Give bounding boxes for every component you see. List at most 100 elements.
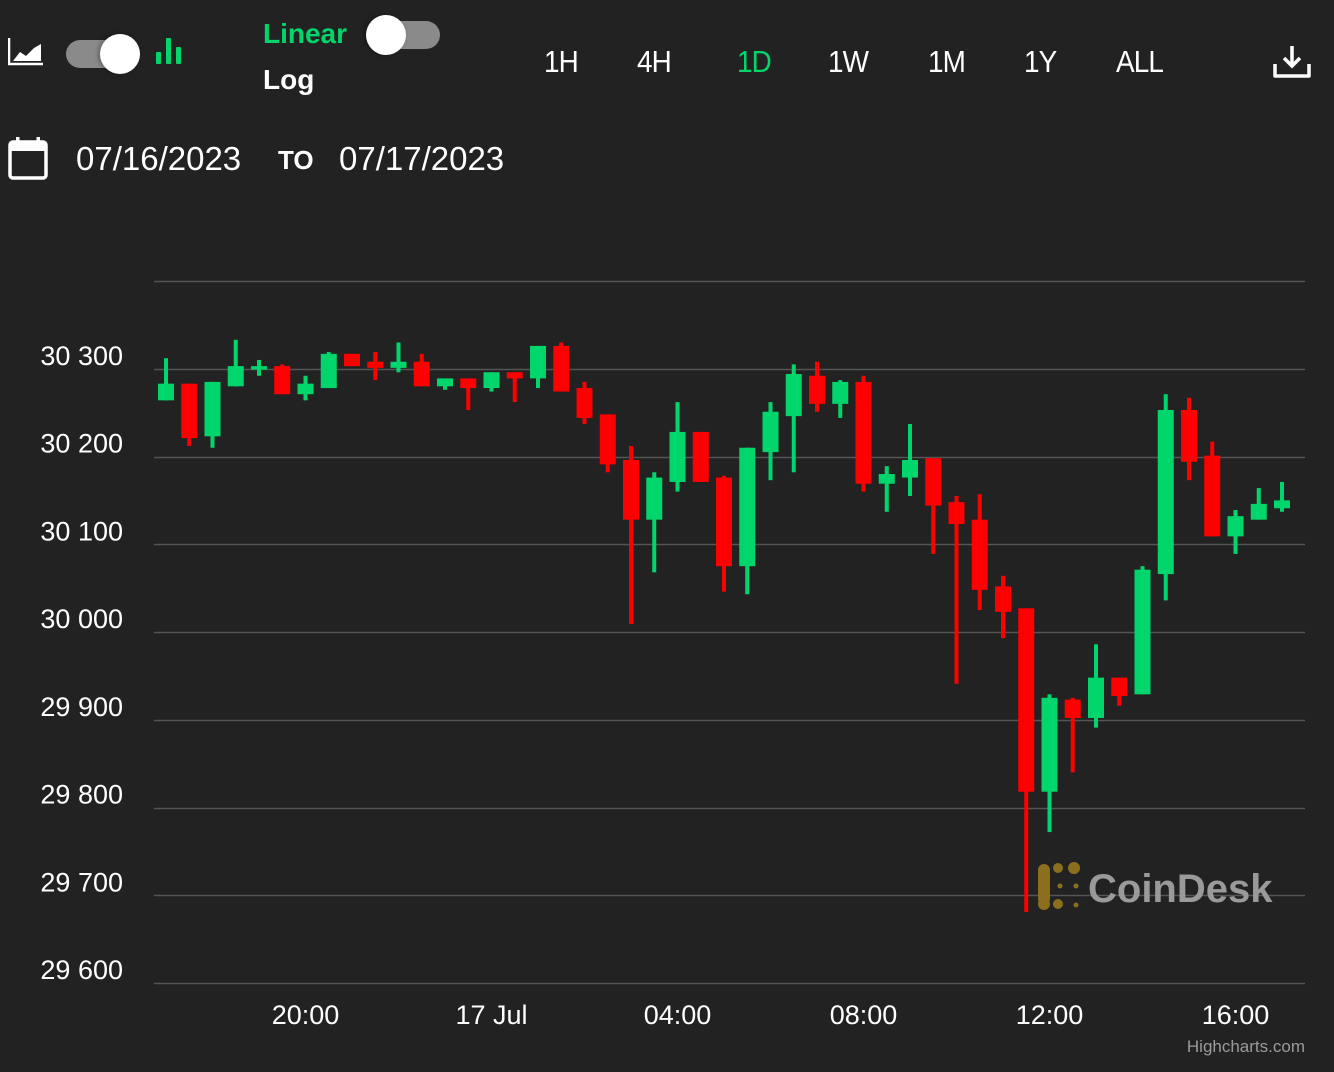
candle-up[interactable] xyxy=(320,352,337,389)
x-tick-label: 04:00 xyxy=(644,1000,712,1030)
candle-up[interactable] xyxy=(1088,644,1104,728)
candle-down[interactable] xyxy=(413,353,430,387)
candle-down[interactable] xyxy=(925,458,942,554)
candle-body xyxy=(553,345,570,392)
scale-toggle[interactable] xyxy=(366,15,440,55)
candle-body xyxy=(274,366,291,395)
calendar-icon[interactable] xyxy=(8,136,48,180)
candle-down[interactable] xyxy=(344,353,360,367)
candle-up[interactable] xyxy=(437,378,453,390)
candle-down[interactable] xyxy=(274,364,291,395)
candle-body xyxy=(716,477,732,567)
range-button-4h[interactable]: 4H xyxy=(637,44,672,80)
y-tick-label: 30 300 xyxy=(40,341,123,371)
candle-up[interactable] xyxy=(902,424,918,496)
range-button-1d[interactable]: 1D xyxy=(737,44,772,80)
candle-down[interactable] xyxy=(1064,697,1081,773)
candle-up[interactable] xyxy=(1250,488,1267,520)
candle-up[interactable] xyxy=(669,402,686,492)
candle-body xyxy=(855,381,872,484)
candle-down[interactable] xyxy=(716,475,732,592)
area-chart-icon[interactable] xyxy=(7,36,44,66)
y-tick-label: 29 800 xyxy=(40,780,123,810)
y-tick-label: 30 200 xyxy=(40,429,123,459)
candle-body xyxy=(1274,500,1290,509)
candle-body xyxy=(413,361,430,387)
download-icon xyxy=(1273,46,1311,78)
candle-up[interactable] xyxy=(762,402,779,481)
candle-body xyxy=(739,447,756,567)
candle-up[interactable] xyxy=(227,339,244,387)
candle-up[interactable] xyxy=(646,472,663,573)
candle-body xyxy=(390,361,407,368)
y-tick-label: 30 100 xyxy=(40,516,123,546)
candle-body xyxy=(809,375,825,404)
date-from[interactable]: 07/16/2023 xyxy=(76,140,241,178)
range-button-1h[interactable]: 1H xyxy=(544,44,579,80)
candle-body xyxy=(925,458,942,506)
candle-up[interactable] xyxy=(1227,510,1244,554)
candle-body xyxy=(1064,699,1081,718)
candle-up[interactable] xyxy=(251,359,267,376)
highcharts-credits[interactable]: Highcharts.com xyxy=(1187,1037,1305,1056)
candle-down[interactable] xyxy=(948,495,965,684)
candlestick-chart-icon[interactable] xyxy=(154,36,184,66)
candle-body xyxy=(599,414,616,465)
candle-body xyxy=(576,388,593,418)
candle-up[interactable] xyxy=(832,380,849,418)
candle-body xyxy=(320,353,337,389)
coindesk-watermark-text: CoinDesk xyxy=(1088,867,1273,911)
candle-body xyxy=(1204,455,1221,537)
candle-up[interactable] xyxy=(204,381,221,448)
candle-up[interactable] xyxy=(1041,694,1058,833)
candle-down[interactable] xyxy=(623,445,639,625)
candle-up[interactable] xyxy=(739,447,756,595)
candle-down[interactable] xyxy=(553,342,570,392)
candle-body xyxy=(1134,569,1151,695)
candle-body xyxy=(158,383,174,401)
candle-body xyxy=(948,502,965,525)
range-button-1y[interactable]: 1Y xyxy=(1024,44,1057,80)
candle-up[interactable] xyxy=(1157,394,1174,601)
candle-up[interactable] xyxy=(785,364,802,473)
x-axis-labels: 20:00 17 Jul 04:00 08:00 12:00 16:00 xyxy=(272,1000,1270,1030)
candle-down[interactable] xyxy=(1018,608,1035,912)
candle-up[interactable] xyxy=(297,375,314,401)
candle-down[interactable] xyxy=(367,352,384,381)
candle-up[interactable] xyxy=(158,358,174,401)
candle-down[interactable] xyxy=(599,414,616,473)
candle-up[interactable] xyxy=(878,466,895,512)
range-button-1w[interactable]: 1W xyxy=(828,44,869,80)
candle-down[interactable] xyxy=(1111,677,1128,706)
candle-body xyxy=(460,378,477,389)
candle-down[interactable] xyxy=(506,372,523,403)
scale-option-log[interactable]: Log xyxy=(263,64,314,96)
candle-body xyxy=(762,411,779,453)
candle-down[interactable] xyxy=(692,431,709,482)
candle-up[interactable] xyxy=(1274,481,1290,512)
x-tick-label: 20:00 xyxy=(272,1000,340,1030)
candle-down[interactable] xyxy=(995,575,1011,639)
range-button-1m[interactable]: 1M xyxy=(928,44,966,80)
candle-body xyxy=(623,460,639,520)
candle-body xyxy=(1041,697,1058,792)
candle-down[interactable] xyxy=(576,381,593,425)
candle-down[interactable] xyxy=(1181,397,1197,481)
candle-body xyxy=(971,519,988,590)
candle-down[interactable] xyxy=(460,378,477,410)
candle-down[interactable] xyxy=(181,383,198,446)
candle-down[interactable] xyxy=(855,375,872,492)
candle-up[interactable] xyxy=(530,345,546,389)
candle-down[interactable] xyxy=(1204,441,1221,537)
download-button[interactable] xyxy=(1272,44,1312,80)
chart-type-toggle[interactable] xyxy=(66,34,140,74)
candle-down[interactable] xyxy=(971,494,988,611)
y-tick-label: 29 700 xyxy=(40,867,123,897)
candle-up[interactable] xyxy=(390,342,407,373)
y-tick-label: 29 600 xyxy=(40,955,123,985)
candle-up[interactable] xyxy=(483,372,500,392)
scale-option-linear[interactable]: Linear xyxy=(263,18,347,50)
range-button-all[interactable]: ALL xyxy=(1116,44,1164,80)
date-to[interactable]: 07/17/2023 xyxy=(339,140,504,178)
candle-up[interactable] xyxy=(1134,566,1151,695)
